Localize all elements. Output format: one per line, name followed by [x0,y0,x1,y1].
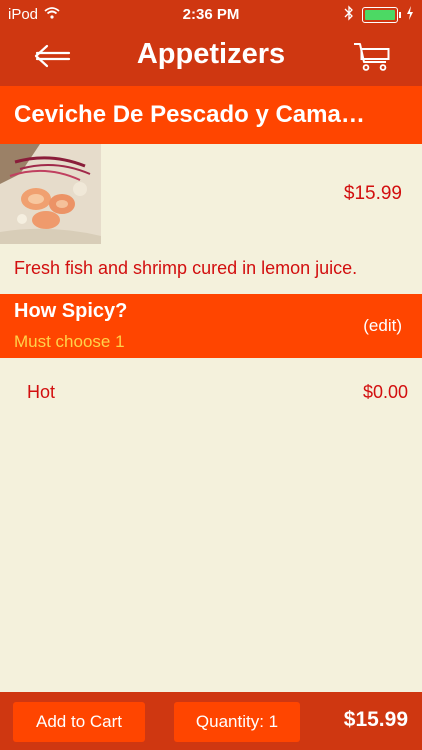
option-choice-price: $0.00 [362,382,408,402]
cart-icon[interactable] [352,40,392,74]
option-requirement: Must choose 1 [14,332,125,351]
back-arrow-icon[interactable] [30,40,74,72]
add-to-cart-button[interactable]: Add to Cart [13,702,145,742]
battery-icon [362,7,401,23]
item-name: Ceviche De Pescado y Cama… [14,101,365,128]
order-total: $15.99 [343,708,408,731]
bluetooth-icon [344,5,354,25]
food-image [0,144,101,244]
item-name-header: Ceviche De Pescado y Cama… [0,86,422,144]
option-group-title: How Spicy? [14,300,128,322]
option-choice-name[interactable]: Hot [27,382,55,403]
item-price: $15.99 [343,183,402,204]
option-group-header[interactable]: How Spicy? Must choose 1 (edit) [0,294,422,358]
page-title: Appetizers [136,38,286,70]
edit-option-button[interactable]: (edit) [363,316,402,336]
bottom-bar: Add to Cart Quantity: 1 $15.99 [0,692,422,750]
charging-icon [406,6,414,24]
status-bar: iPod 2:36 PM [0,0,422,30]
item-description: Fresh fish and shrimp cured in lemon jui… [14,258,358,278]
quantity-button[interactable]: Quantity: 1 [174,702,300,742]
status-right-group [344,5,414,25]
battery-level [365,10,395,20]
top-bar: iPod 2:36 PM Appetizers [0,0,422,86]
item-photo[interactable] [0,144,101,244]
